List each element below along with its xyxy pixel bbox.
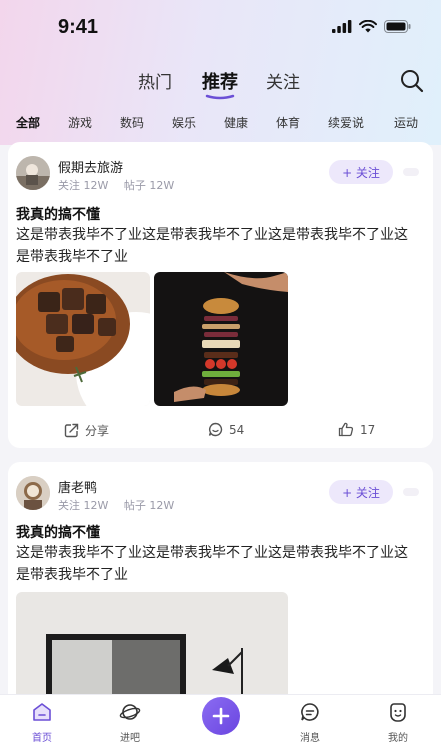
nav-profile[interactable]: 我的 [368, 701, 428, 744]
author-meta: 关注 12W 帖子 12W [58, 497, 186, 513]
tab-following[interactable]: 关注 [266, 68, 300, 93]
home-icon [33, 703, 51, 721]
nav-home[interactable]: 首页 [12, 701, 72, 744]
status-icons [332, 20, 411, 33]
like-count: 17 [360, 422, 376, 437]
create-post-button[interactable] [202, 697, 240, 735]
bottom-nav: 首页 进吧 消息 我的 [0, 694, 441, 750]
status-time: 9:41 [58, 16, 99, 38]
post-title: 我真的搞不懂 [16, 525, 100, 541]
search-icon[interactable] [399, 68, 425, 94]
follow-button[interactable]: + 关注 [329, 160, 393, 184]
post-title: 我真的搞不懂 [16, 207, 100, 223]
share-action[interactable]: 分享 [64, 422, 109, 439]
post-body: 这是带表我毕不了业这是带表我毕不了业这是带表我毕不了业这是带表我毕不了业 [16, 227, 408, 265]
wifi-icon [359, 20, 377, 33]
category-health[interactable]: 健康 [224, 114, 248, 131]
steak-photo [16, 272, 150, 406]
comment-icon [208, 422, 223, 437]
post-image-steak[interactable] [16, 272, 150, 406]
category-exercise[interactable]: 运动 [394, 114, 418, 131]
avatar[interactable] [16, 476, 50, 510]
category-games[interactable]: 游戏 [68, 114, 92, 131]
nav-profile-label: 我的 [388, 733, 408, 744]
category-sports[interactable]: 体育 [276, 114, 300, 131]
main-tabs: 热门 推荐 关注 [0, 68, 441, 100]
category-entertainment[interactable]: 娱乐 [172, 114, 196, 131]
tab-hot[interactable]: 热门 [138, 68, 172, 93]
share-label: 分享 [85, 424, 110, 438]
post-count: 帖子 12W [123, 499, 175, 512]
post-image-burger[interactable] [154, 272, 288, 406]
category-love-talk[interactable]: 续爱说 [328, 114, 364, 131]
post-body: 这是带表我毕不了业这是带表我毕不了业这是带表我毕不了业这是带表我毕不了业 [16, 545, 408, 583]
follow-button[interactable]: + 关注 [329, 480, 393, 504]
avatar-image [16, 476, 50, 510]
thumbs-up-icon [338, 422, 354, 437]
comment-count: 54 [229, 422, 245, 437]
nav-messages[interactable]: 消息 [280, 701, 340, 744]
author-meta: 关注 12W 帖子 12W [58, 177, 186, 193]
battery-icon [384, 20, 411, 33]
comment-action[interactable]: 54 [208, 422, 244, 437]
avatar[interactable] [16, 156, 50, 190]
author-name[interactable]: 假期去旅游 [58, 157, 123, 176]
burger-photo [154, 272, 288, 406]
planet-icon [119, 704, 141, 720]
category-bar: 全部 游戏 数码 娱乐 健康 体育 续爱说 运动 [0, 114, 441, 134]
nav-forum-label: 进吧 [120, 733, 140, 744]
nav-messages-label: 消息 [300, 733, 320, 744]
more-options[interactable] [403, 488, 419, 496]
nav-forum[interactable]: 进吧 [100, 701, 160, 744]
follow-count: 关注 12W [58, 499, 109, 512]
tab-recommend[interactable]: 推荐 [202, 68, 238, 94]
post-count: 帖子 12W [123, 179, 175, 192]
share-icon [64, 423, 79, 438]
like-action[interactable]: 17 [338, 422, 375, 437]
nav-home-label: 首页 [32, 733, 52, 744]
more-options[interactable] [403, 168, 419, 176]
active-tab-indicator [205, 94, 235, 100]
avatar-image [16, 156, 50, 190]
plus-icon [212, 707, 230, 725]
message-icon [301, 703, 319, 721]
post-card[interactable]: 假期去旅游 关注 12W 帖子 12W + 关注 我真的搞不懂 这是带表我毕不了… [8, 142, 433, 448]
category-digital[interactable]: 数码 [120, 114, 144, 131]
category-all[interactable]: 全部 [16, 114, 40, 131]
author-name[interactable]: 唐老鸭 [58, 477, 97, 496]
signal-icon [332, 20, 352, 33]
follow-count: 关注 12W [58, 179, 109, 192]
status-bar: 9:41 [0, 0, 441, 56]
profile-icon [390, 703, 406, 722]
